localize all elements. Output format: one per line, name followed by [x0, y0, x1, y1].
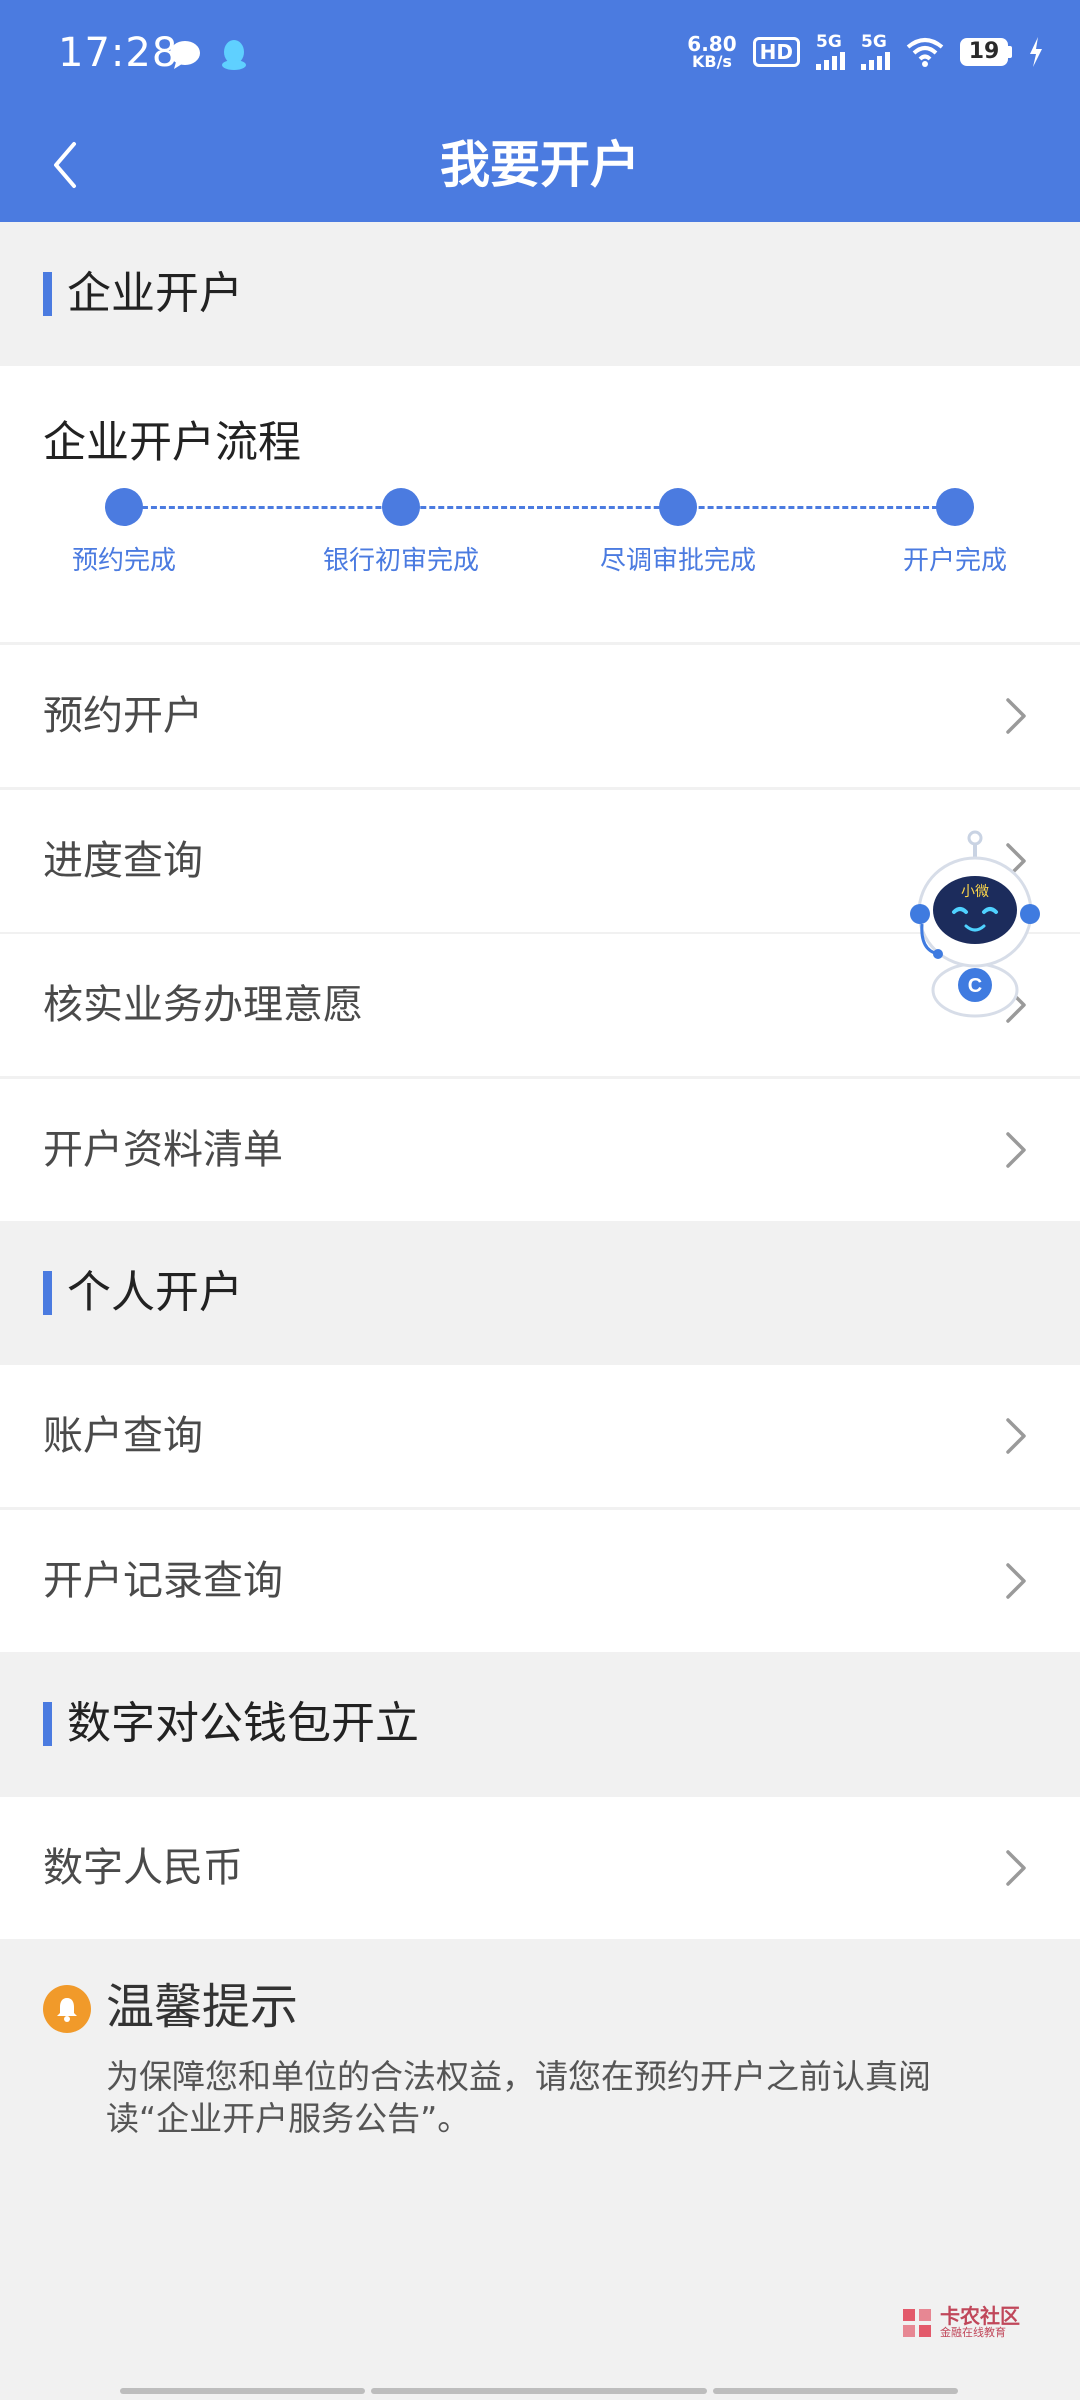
message-icon: [170, 41, 200, 69]
svg-text:C: C: [968, 975, 982, 997]
step-label: 尽调审批完成: [599, 546, 756, 576]
section-accent-bar: [43, 1271, 52, 1315]
charging-icon: [1030, 37, 1042, 67]
robot-name: 小微: [961, 884, 989, 900]
step-label: 开户完成: [902, 546, 1007, 576]
chevron-right-icon: [1006, 1418, 1026, 1454]
step-label: 银行初审完成: [322, 546, 479, 576]
home-indicator[interactable]: [120, 2388, 958, 2394]
section-personal: 个人开户: [0, 1221, 1080, 1365]
app-header: 17:28 6.80 KB/s HD 5G 5G 19 我要开户: [0, 0, 1080, 222]
signal-sim1-icon: 5G: [816, 34, 845, 70]
signal-sim2-icon: 5G: [861, 34, 890, 70]
page-title: 我要开户: [440, 136, 640, 194]
net-speed: 6.80 KB/s: [687, 31, 737, 71]
step-dot: [659, 488, 697, 526]
chevron-right-icon: [1006, 698, 1026, 734]
tips-title: 温馨提示: [106, 1979, 299, 2035]
row-account-record-query[interactable]: 开户记录查询: [0, 1510, 1080, 1652]
watermark-logo-icon: [903, 2309, 931, 2337]
watermark-brand: 卡农社区: [940, 2304, 1020, 2328]
chevron-right-icon: [1006, 1563, 1026, 1599]
section-accent-bar: [43, 1702, 52, 1746]
step-dot: [382, 488, 420, 526]
status-time: 17:28: [58, 30, 179, 76]
step-dot: [936, 488, 974, 526]
section-title: 个人开户: [67, 1267, 243, 1318]
nav-bar: 我要开户: [0, 110, 1080, 222]
bell-icon: [43, 1985, 91, 2033]
row-document-list[interactable]: 开户资料清单: [0, 1079, 1080, 1221]
chevron-right-icon: [1006, 1850, 1026, 1886]
section-title: 企业开户: [67, 268, 243, 319]
section-digital-wallet: 数字对公钱包开立: [0, 1652, 1080, 1796]
robot-assistant-icon[interactable]: C 小微: [910, 830, 1040, 1020]
watermark-tagline: 金融在线教育: [940, 2326, 1006, 2339]
process-card: 企业开户流程 预约完成 银行初审完成 尽调审批完成 开户完成: [0, 366, 1080, 642]
chevron-right-icon: [1006, 1132, 1026, 1168]
row-digital-rmb[interactable]: 数字人民币: [0, 1797, 1080, 1939]
hd-badge: HD: [752, 37, 800, 67]
row-appointment-account[interactable]: 预约开户: [0, 645, 1080, 787]
section-title: 数字对公钱包开立: [67, 1698, 419, 1749]
status-bar: 17:28 6.80 KB/s HD 5G 5G 19: [0, 0, 1080, 110]
step-label: 预约完成: [71, 546, 176, 576]
process-title: 企业开户流程: [43, 418, 301, 468]
row-account-query[interactable]: 账户查询: [0, 1365, 1080, 1507]
wifi-icon: [906, 38, 944, 67]
tips-text: 为保障您和单位的合法权益，请您在预约开户之前认真阅读“企业开户服务公告”。: [106, 2057, 931, 2138]
section-accent-bar: [43, 272, 52, 316]
battery-icon: 19: [960, 38, 1012, 66]
section-enterprise: 企业开户: [0, 222, 1080, 366]
step-dot: [105, 488, 143, 526]
watermark: 卡农社区 金融在线教育: [900, 2306, 1020, 2340]
process-line: [124, 506, 956, 509]
qq-icon: [222, 40, 246, 70]
